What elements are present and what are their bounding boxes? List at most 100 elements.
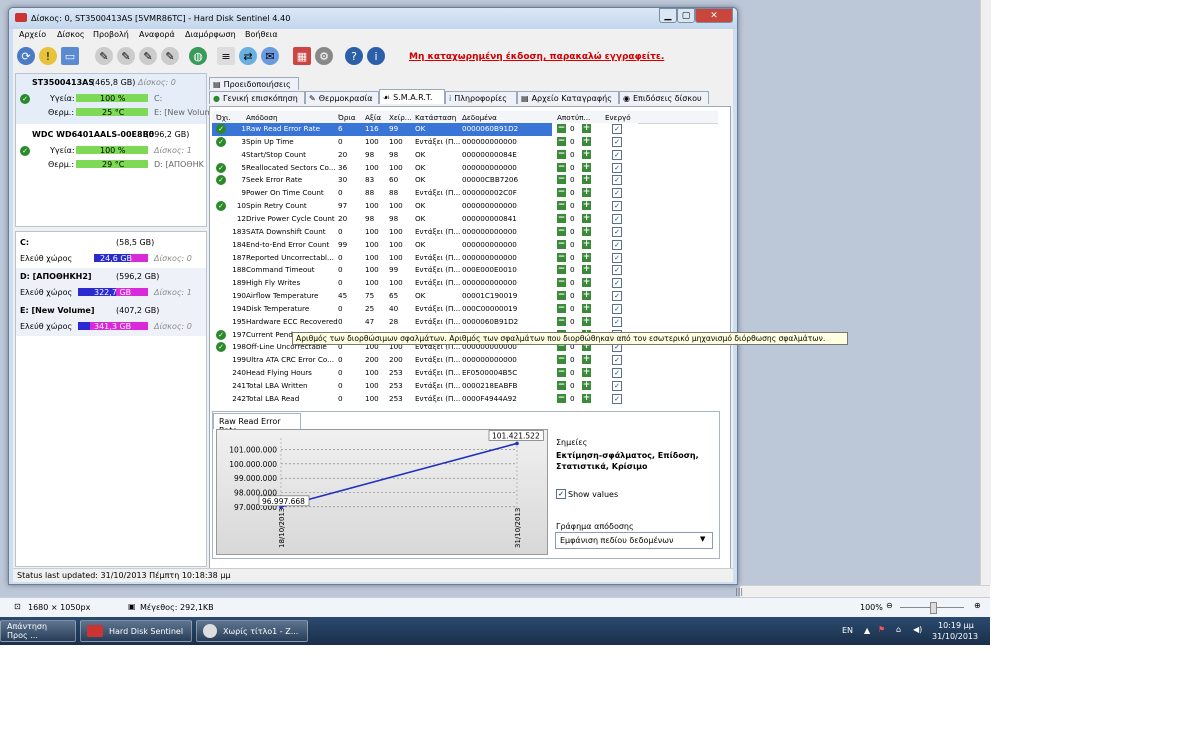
increase-button[interactable]: + xyxy=(582,252,591,262)
active-checkbox[interactable]: ✓ xyxy=(612,188,622,199)
chart-icon[interactable]: ▦ xyxy=(293,47,311,65)
table-row[interactable]: ✓ 1 Raw Read Error Rate 6 116 99 OK 0000060B91D… xyxy=(212,123,638,136)
clock-time[interactable]: 10:19 μμ xyxy=(938,621,974,630)
tab-performance[interactable]: ◉ Επιδόσεις δίσκου xyxy=(619,91,709,104)
table-row[interactable]: 195 Hardware ECC Recovered 0 47 28 Εντάξει (Π… xyxy=(212,316,632,329)
active-checkbox[interactable]: ✓ xyxy=(612,149,622,160)
decrease-button[interactable]: − xyxy=(557,393,566,403)
table-row[interactable]: 190 Airflow Temperature 45 75 65 OK 00001C1900… xyxy=(212,290,632,303)
alert-icon[interactable]: ! xyxy=(39,47,57,65)
decrease-button[interactable]: − xyxy=(557,303,566,313)
col-header-worst[interactable]: Χείρ... xyxy=(389,113,412,122)
settings-icon[interactable]: ⚙ xyxy=(315,47,333,65)
col-header-threshold[interactable]: Όρια xyxy=(338,113,356,122)
volume-item-c[interactable]: C: (58,5 GB) Ελεύθ χώρος 24,6 GB Δίσκος:… xyxy=(16,234,206,268)
decrease-button[interactable]: − xyxy=(557,136,566,146)
table-row[interactable]: 188 Command Timeout 0 100 99 Εντάξει (Π... 000… xyxy=(212,264,632,277)
increase-button[interactable]: + xyxy=(582,136,591,146)
show-values-checkbox[interactable]: ✓ xyxy=(556,489,566,499)
tab-smart[interactable]: ☙ S.M.A.R.T. xyxy=(379,89,445,104)
active-checkbox[interactable]: ✓ xyxy=(612,368,622,379)
zoom-slider-thumb[interactable] xyxy=(930,602,937,614)
active-checkbox[interactable]: ✓ xyxy=(612,124,622,134)
decrease-button[interactable]: − xyxy=(557,381,566,390)
active-checkbox[interactable]: ✓ xyxy=(612,393,622,404)
table-row[interactable]: 241 Total LBA Written 0 100 253 Εντάξει (Π...… xyxy=(212,380,632,393)
send-icon[interactable]: ✉ xyxy=(261,47,279,65)
menu-view[interactable]: Προβολή xyxy=(93,30,129,39)
tab-information[interactable]: i Πληροφορίες xyxy=(445,91,517,104)
increase-button[interactable]: + xyxy=(582,213,591,223)
disk-item-1[interactable]: WDC WD6401AALS-00E8B0 (596,2 GB) ✓ Υγεία… xyxy=(16,126,206,174)
tab-warnings[interactable]: ▤ Προειδοποιήσεις xyxy=(209,77,299,90)
table-row[interactable]: 184 End-to-End Error Count 99 100 100 OK 00000… xyxy=(212,239,632,252)
decrease-button[interactable]: − xyxy=(557,124,566,133)
menu-file[interactable]: Αρχείο xyxy=(19,30,46,39)
maximize-button[interactable]: ▢ xyxy=(677,8,695,23)
volume-item-d[interactable]: D: [ΑΠΟΘΗΚΗ2] (596,2 GB) Ελεύθ χώρος 322… xyxy=(16,268,206,302)
table-row[interactable]: ✓ 5 Reallocated Sectors Co... 36 100 100 OK 000… xyxy=(212,162,632,175)
increase-button[interactable]: + xyxy=(582,291,591,301)
report-icon[interactable]: ≡ xyxy=(217,47,235,65)
refresh-icon[interactable]: ⟳ xyxy=(17,47,35,65)
col-header-id[interactable]: Όχι. xyxy=(216,113,231,122)
increase-button[interactable]: + xyxy=(582,239,591,249)
taskbar-item-paint[interactable]: Χωρίς τίτλο1 - Z... xyxy=(196,620,308,642)
decrease-button[interactable]: − xyxy=(557,188,566,198)
menu-configuration[interactable]: Διαμόρφωση xyxy=(185,30,236,39)
decrease-button[interactable]: − xyxy=(557,278,566,288)
active-checkbox[interactable]: ✓ xyxy=(612,355,622,366)
increase-button[interactable]: + xyxy=(582,393,591,403)
disk-icon[interactable]: ▭ xyxy=(61,47,79,65)
active-checkbox[interactable]: ✓ xyxy=(612,381,622,391)
table-row[interactable]: 242 Total LBA Read 0 100 253 Εντάξει (Π... 000… xyxy=(212,393,632,406)
unregistered-link[interactable]: Μη καταχωρημένη έκδοση, παρακαλώ εγγραφε… xyxy=(409,52,664,62)
col-header-attribute[interactable]: Απόδοση xyxy=(246,113,278,122)
decrease-button[interactable]: − xyxy=(557,239,566,249)
table-row[interactable]: ✓ 7 Seek Error Rate 30 83 60 OK 00000CBB7206 −0 +… xyxy=(212,174,632,187)
decrease-button[interactable]: − xyxy=(557,213,566,223)
clock-date[interactable]: 31/10/2013 xyxy=(932,632,978,641)
title-bar[interactable]: Δίσκος: 0, ST3500413AS [5VMR86TC] - Hard… xyxy=(9,8,737,29)
decrease-button[interactable]: − xyxy=(557,291,566,301)
table-row[interactable]: 12 Drive Power Cycle Count 20 98 98 OK 0000000… xyxy=(212,213,632,226)
info-icon[interactable]: i xyxy=(367,47,385,65)
volume-item-e[interactable]: E: [New Volume] (407,2 GB) Ελεύθ χώρος 3… xyxy=(16,302,206,336)
table-row[interactable]: 9 Power On Time Count 0 88 88 Εντάξει (Π... 00… xyxy=(212,187,632,200)
decrease-button[interactable]: − xyxy=(557,265,566,275)
decrease-button[interactable]: − xyxy=(557,162,566,172)
active-checkbox[interactable]: ✓ xyxy=(612,252,622,263)
zoom-out-button[interactable]: ⊖ xyxy=(886,601,893,610)
table-row[interactable]: ✓ 10 Spin Retry Count 97 100 100 OK 00000000000… xyxy=(212,200,632,213)
active-checkbox[interactable]: ✓ xyxy=(612,291,622,302)
increase-button[interactable]: + xyxy=(582,226,591,236)
increase-button[interactable]: + xyxy=(582,149,591,159)
volume-icon[interactable]: ◀) xyxy=(913,625,922,634)
menu-report[interactable]: Αναφορά xyxy=(139,30,175,39)
decrease-button[interactable]: − xyxy=(557,316,566,326)
taskbar-item-mail[interactable]: Απάντηση Προς ... xyxy=(0,620,76,642)
globe-icon[interactable]: ◍ xyxy=(189,47,207,65)
language-indicator[interactable]: EN xyxy=(842,626,853,635)
table-row[interactable]: 194 Disk Temperature 0 25 40 Εντάξει (Π... 000… xyxy=(212,303,632,316)
active-checkbox[interactable]: ✓ xyxy=(612,316,622,327)
col-header-value[interactable]: Αξία xyxy=(365,113,381,122)
active-checkbox[interactable]: ✓ xyxy=(612,278,622,289)
increase-button[interactable]: + xyxy=(582,265,591,275)
active-checkbox[interactable]: ✓ xyxy=(612,175,622,186)
col-header-status[interactable]: Κατάσταση xyxy=(415,113,456,122)
tool-icon[interactable]: ✎ xyxy=(161,47,179,65)
tray-expand-icon[interactable]: ▲ xyxy=(864,626,870,635)
table-row[interactable]: 187 Reported Uncorrectabl... 0 100 100 Εντάξε… xyxy=(212,252,632,265)
tab-overview[interactable]: ● Γενική επισκόπηση xyxy=(209,91,305,104)
decrease-button[interactable]: − xyxy=(557,252,566,262)
increase-button[interactable]: + xyxy=(582,201,591,211)
col-header-offset[interactable]: Αποτύπ... xyxy=(557,113,590,122)
help-icon[interactable]: ? xyxy=(345,47,363,65)
tool-icon[interactable]: ✎ xyxy=(139,47,157,65)
increase-button[interactable]: + xyxy=(582,188,591,198)
tab-temperature[interactable]: ✎ Θερμοκρασία xyxy=(305,91,379,104)
vertical-scrollbar[interactable] xyxy=(980,0,991,585)
active-checkbox[interactable]: ✓ xyxy=(612,265,622,276)
decrease-button[interactable]: − xyxy=(557,226,566,236)
